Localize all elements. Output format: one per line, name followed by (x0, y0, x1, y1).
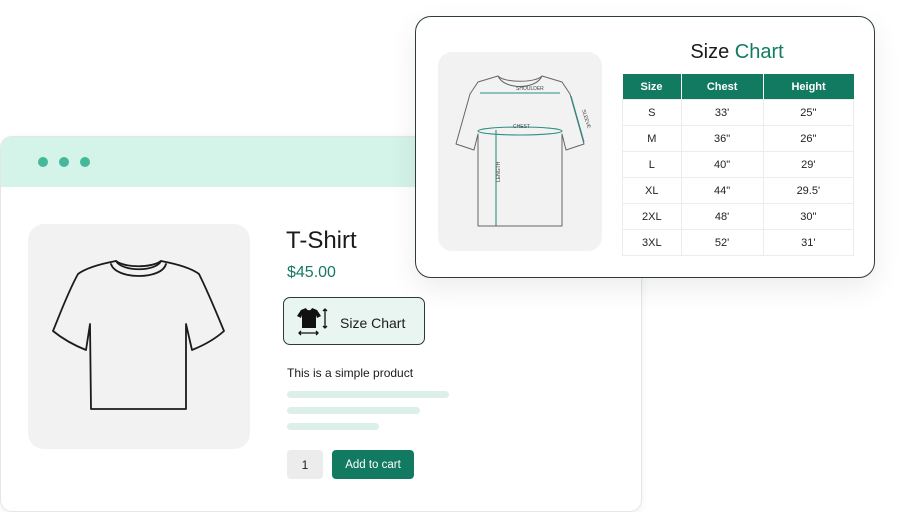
table-cell: 40" (680, 151, 764, 178)
length-label: LENGTH (496, 161, 502, 182)
table-row: 3XL 52' 31' (622, 229, 855, 256)
window-dot-icon (38, 157, 48, 167)
table-cell: XL (622, 177, 682, 204)
table-cell: 3XL (622, 229, 682, 256)
size-table-header: Height (763, 74, 854, 100)
table-cell: L (622, 151, 682, 178)
table-cell: 52' (680, 229, 764, 256)
window-dot-icon (59, 157, 69, 167)
size-chart-title: Size Chart (622, 41, 852, 64)
product-price: $45.00 (287, 264, 336, 281)
size-chart-popup: SHOULDER CHEST LENGTH SLEEVE Size Chart … (415, 16, 875, 278)
table-cell: 31' (762, 229, 855, 256)
size-chart-title-main: Size (690, 41, 730, 63)
table-row: M 36" 26" (622, 125, 855, 152)
product-title: T-Shirt (286, 227, 357, 254)
placeholder-line (287, 423, 379, 430)
size-diagram: SHOULDER CHEST LENGTH SLEEVE (438, 52, 602, 251)
table-cell: 48' (680, 203, 764, 230)
table-cell: 2XL (622, 203, 682, 230)
placeholder-line (287, 407, 420, 414)
shoulder-label: SHOULDER (516, 86, 544, 92)
table-cell: S (622, 99, 682, 126)
tshirt-diagram-icon: SHOULDER CHEST LENGTH SLEEVE (455, 75, 592, 227)
size-chart-button-label: Size Chart (340, 315, 406, 331)
table-row: S 33' 25" (622, 99, 855, 126)
add-to-cart-button[interactable]: Add to cart (332, 450, 414, 479)
tshirt-outline-icon (52, 260, 225, 410)
table-cell: M (622, 125, 682, 152)
chest-label: CHEST (513, 124, 530, 130)
table-cell: 30" (762, 203, 855, 230)
sleeve-label: SLEEVE (580, 109, 592, 130)
window-dot-icon (80, 157, 90, 167)
size-table-header: Chest (681, 74, 764, 100)
size-chart-title-accent: Chart (734, 41, 784, 63)
placeholder-line (287, 391, 449, 398)
tshirt-measure-icon (297, 308, 328, 336)
table-row: 2XL 48' 30" (622, 203, 855, 230)
table-row: L 40" 29' (622, 151, 855, 178)
product-description: This is a simple product (287, 366, 414, 380)
table-cell: 29.5' (762, 177, 855, 204)
table-cell: 26" (762, 125, 855, 152)
size-table: Size Chest Height S 33' 25" M 36" 26" L … (622, 74, 855, 256)
table-cell: 44" (680, 177, 764, 204)
table-cell: 29' (762, 151, 855, 178)
product-image (28, 224, 250, 449)
table-row: XL 44" 29.5' (622, 177, 855, 204)
table-cell: 36" (680, 125, 764, 152)
table-cell: 25" (762, 99, 855, 126)
size-table-header: Size (622, 74, 682, 100)
size-chart-button[interactable]: Size Chart (283, 297, 425, 345)
table-cell: 33' (680, 99, 764, 126)
quantity-input[interactable] (287, 450, 323, 479)
